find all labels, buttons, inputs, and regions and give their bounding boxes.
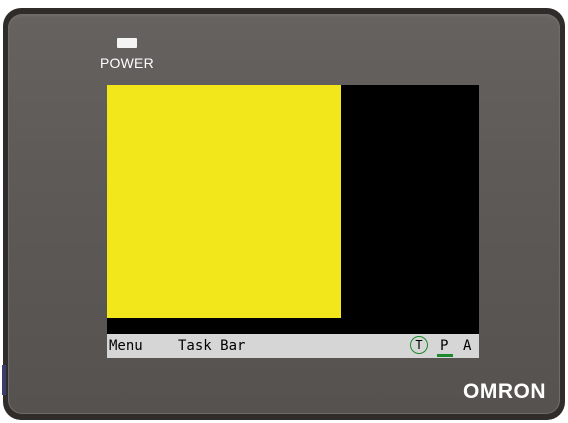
t-status-indicator[interactable]: T [410,336,428,354]
a-status-indicator[interactable]: A [463,337,471,355]
power-led-indicator [117,38,137,48]
menu-button[interactable]: Menu [109,337,143,355]
yellow-display-panel[interactable] [107,85,341,318]
task-bar: Menu Task Bar T P A [107,334,479,358]
hmi-device: POWER Menu Task Bar T P A OMRON [0,0,568,423]
p-active-underline [437,354,453,357]
p-status-indicator[interactable]: P [440,337,448,355]
touch-screen[interactable]: Menu Task Bar T P A [107,85,479,358]
omron-logo: OMRON [463,380,546,403]
side-edge-mark [2,365,6,395]
taskbar-label[interactable]: Task Bar [178,337,245,355]
power-label: POWER [100,55,154,71]
